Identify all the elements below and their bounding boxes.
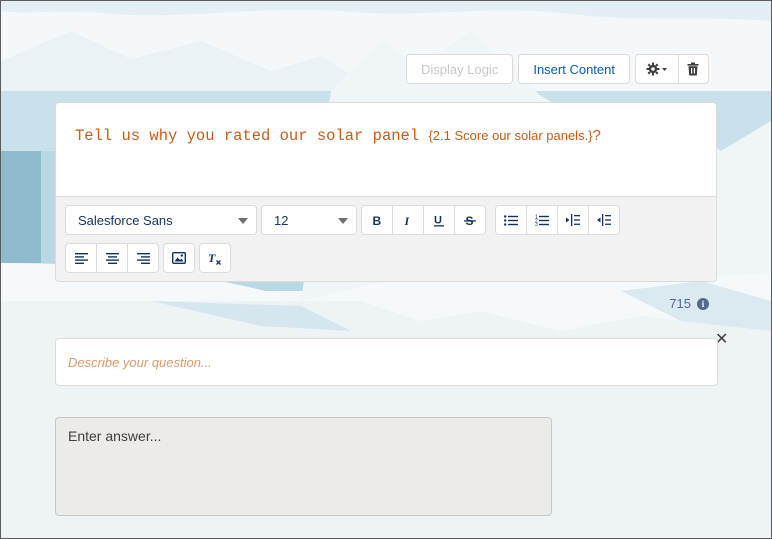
align-center-button[interactable] [96, 243, 128, 273]
bulleted-list-button[interactable] [495, 205, 527, 235]
formatting-toolbar: Salesforce Sans 12 B I U S [56, 197, 716, 281]
align-center-icon [105, 252, 119, 264]
trash-icon [687, 62, 699, 76]
delete-question-button[interactable] [677, 54, 709, 84]
bulleted-list-icon [504, 214, 518, 226]
underline-button[interactable]: U [423, 205, 455, 235]
settings-menu-button[interactable] [634, 54, 679, 84]
svg-text:T: T [208, 251, 216, 265]
question-text: Tell us why you rated our solar panel [75, 127, 429, 145]
insert-image-button[interactable] [163, 243, 195, 273]
font-size-select[interactable]: 12 [261, 205, 357, 235]
italic-icon: I [404, 215, 411, 226]
rich-text-editor: Tell us why you rated our solar panel {2… [55, 102, 717, 282]
settings-button-group [634, 54, 709, 86]
info-icon[interactable]: i [697, 297, 709, 310]
outdent-icon [597, 214, 611, 226]
numbered-list-button[interactable]: 123 [526, 205, 558, 235]
chevron-down-icon [238, 218, 248, 224]
insert-image-group [163, 243, 195, 273]
display-logic-button[interactable]: Display Logic [406, 54, 514, 84]
question-mark: ? [592, 127, 601, 144]
outdent-button[interactable] [588, 205, 620, 235]
svg-text:3: 3 [535, 222, 538, 226]
insert-content-button[interactable]: Insert Content [518, 54, 630, 84]
character-count: 715 i [669, 296, 709, 311]
align-right-button[interactable] [127, 243, 159, 273]
numbered-list-icon: 123 [535, 215, 549, 226]
piped-text-token[interactable]: {2.1 Score our solar panels.} [428, 128, 592, 143]
remove-formatting-icon: T [208, 251, 221, 265]
question-text-area[interactable]: Tell us why you rated our solar panel {2… [56, 103, 716, 197]
underline-icon: U [434, 214, 444, 226]
bold-icon: B [373, 215, 382, 226]
alignment-group [65, 243, 159, 273]
survey-question-editor: Display Logic Insert Content Tell us why… [0, 0, 772, 539]
indent-icon [566, 214, 580, 226]
svg-text:U: U [434, 214, 442, 226]
answer-textarea[interactable] [55, 417, 552, 516]
svg-text:B: B [373, 215, 382, 226]
list-format-group: 123 [495, 205, 620, 235]
align-left-icon [74, 252, 88, 264]
text-format-group: B I U S [361, 205, 486, 235]
question-toolbar: Display Logic Insert Content [406, 54, 709, 86]
clear-formatting-button[interactable]: T [199, 243, 231, 273]
align-left-button[interactable] [65, 243, 97, 273]
clear-format-group: T [199, 243, 231, 273]
chevron-down-icon [338, 218, 348, 224]
strikethrough-button[interactable]: S [454, 205, 486, 235]
bold-button[interactable]: B [361, 205, 393, 235]
question-description-input[interactable] [55, 338, 718, 386]
image-icon [172, 252, 186, 264]
character-count-value: 715 [669, 296, 691, 311]
align-right-icon [136, 252, 150, 264]
font-family-select[interactable]: Salesforce Sans [65, 205, 257, 235]
font-size-value: 12 [274, 212, 289, 228]
italic-button[interactable]: I [392, 205, 424, 235]
indent-button[interactable] [557, 205, 589, 235]
strikethrough-icon: S [464, 214, 476, 227]
font-family-value: Salesforce Sans [78, 212, 173, 228]
svg-text:I: I [404, 215, 411, 226]
gear-icon [646, 62, 667, 76]
